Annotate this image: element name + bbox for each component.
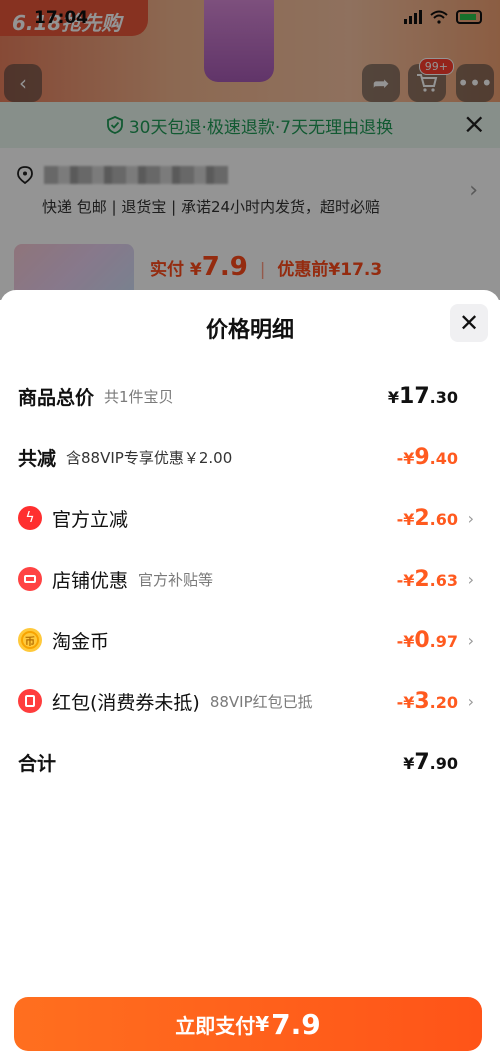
close-icon: ✕ [458, 309, 480, 337]
currency: ¥ [387, 387, 400, 407]
row-amount: -¥9.40 [397, 445, 458, 470]
red-packet-icon [18, 689, 42, 713]
row-label: 红包(消费券未抵) [52, 691, 200, 714]
row-label: 商品总价 [18, 386, 95, 409]
row-label: 合计 [18, 752, 57, 775]
chevron-right-icon: › [467, 569, 474, 589]
currency: -¥ [396, 509, 415, 529]
background-page: 6.18抢先购 17:04 ‹ ➦ 99+ ••• 30天包退·极速退款·7天无… [0, 0, 500, 300]
coin-icon: 币 [18, 628, 42, 652]
pay-now-button[interactable]: 立即支付 ¥7.9 [14, 997, 482, 1051]
currency: -¥ [396, 448, 415, 468]
amount-dec: .20 [429, 692, 458, 712]
amount-int: 0 [414, 627, 430, 653]
row-amount: -¥3.20 [397, 689, 458, 714]
pay-button-currency: ¥ [255, 1012, 270, 1036]
currency: -¥ [396, 631, 415, 651]
amount-dec: .40 [429, 448, 458, 468]
price-detail-sheet: 价格明细 ✕ 商品总价 共1件宝贝 ¥17.30 共减 含88VIP专享优惠￥2… [0, 290, 500, 1052]
row-label: 官方立减 [52, 508, 129, 531]
amount-int: 7 [414, 749, 430, 775]
amount-int: 9 [414, 444, 430, 470]
amount-int: 2 [414, 505, 430, 531]
chevron-right-icon: › [467, 508, 474, 528]
row-sub: 共1件宝贝 [104, 387, 174, 406]
chevron-right-icon: › [467, 630, 474, 650]
lightning-icon: ϟ [18, 506, 42, 530]
amount-dec: .30 [429, 387, 458, 407]
chevron-right-icon: › [467, 691, 474, 711]
row-sub: 含88VIP专享优惠￥2.00 [66, 448, 233, 467]
row-amount: -¥0.97 [397, 628, 458, 653]
row-sub: 88VIP红包已抵 [209, 692, 313, 711]
row-label: 店铺优惠 [52, 569, 129, 592]
close-sheet-button[interactable]: ✕ [450, 304, 488, 342]
row-official-discount[interactable]: ϟ 官方立减 -¥2.60 › [0, 498, 500, 538]
row-label: 淘金币 [52, 630, 110, 653]
pay-button-label: 立即支付 [175, 1013, 256, 1038]
pay-button-price: 7.9 [271, 1007, 321, 1041]
row-taojinbi[interactable]: 币 淘金币 -¥0.97 › [0, 620, 500, 660]
row-store-discount[interactable]: 店铺优惠 官方补贴等 -¥2.63 › [0, 559, 500, 599]
row-grand-total: 合计 ¥7.90 [0, 742, 500, 782]
store-icon [18, 567, 42, 591]
row-amount: ¥17.30 [388, 384, 458, 409]
amount-int: 3 [414, 688, 430, 714]
amount-dec: .63 [429, 570, 458, 590]
row-label: 共减 [18, 447, 57, 470]
row-amount: -¥2.60 [397, 506, 458, 531]
row-red-packet[interactable]: 红包(消费券未抵) 88VIP红包已抵 -¥3.20 › [0, 681, 500, 721]
amount-int: 17 [399, 383, 430, 409]
row-total-discount: 共减 含88VIP专享优惠￥2.00 -¥9.40 [0, 437, 500, 477]
sheet-title: 价格明细 [205, 318, 294, 343]
row-amount: -¥2.63 [397, 567, 458, 592]
amount-dec: .60 [429, 509, 458, 529]
amount-dec: .90 [429, 753, 458, 773]
row-sub: 官方补贴等 [138, 570, 214, 589]
dim-overlay[interactable] [0, 0, 500, 300]
currency: ¥ [403, 753, 415, 773]
currency: -¥ [396, 692, 415, 712]
row-amount: ¥7.90 [403, 750, 458, 775]
currency: -¥ [396, 570, 415, 590]
row-total-price: 商品总价 共1件宝贝 ¥17.30 [0, 376, 500, 416]
amount-dec: .97 [429, 631, 458, 651]
amount-int: 2 [414, 566, 430, 592]
